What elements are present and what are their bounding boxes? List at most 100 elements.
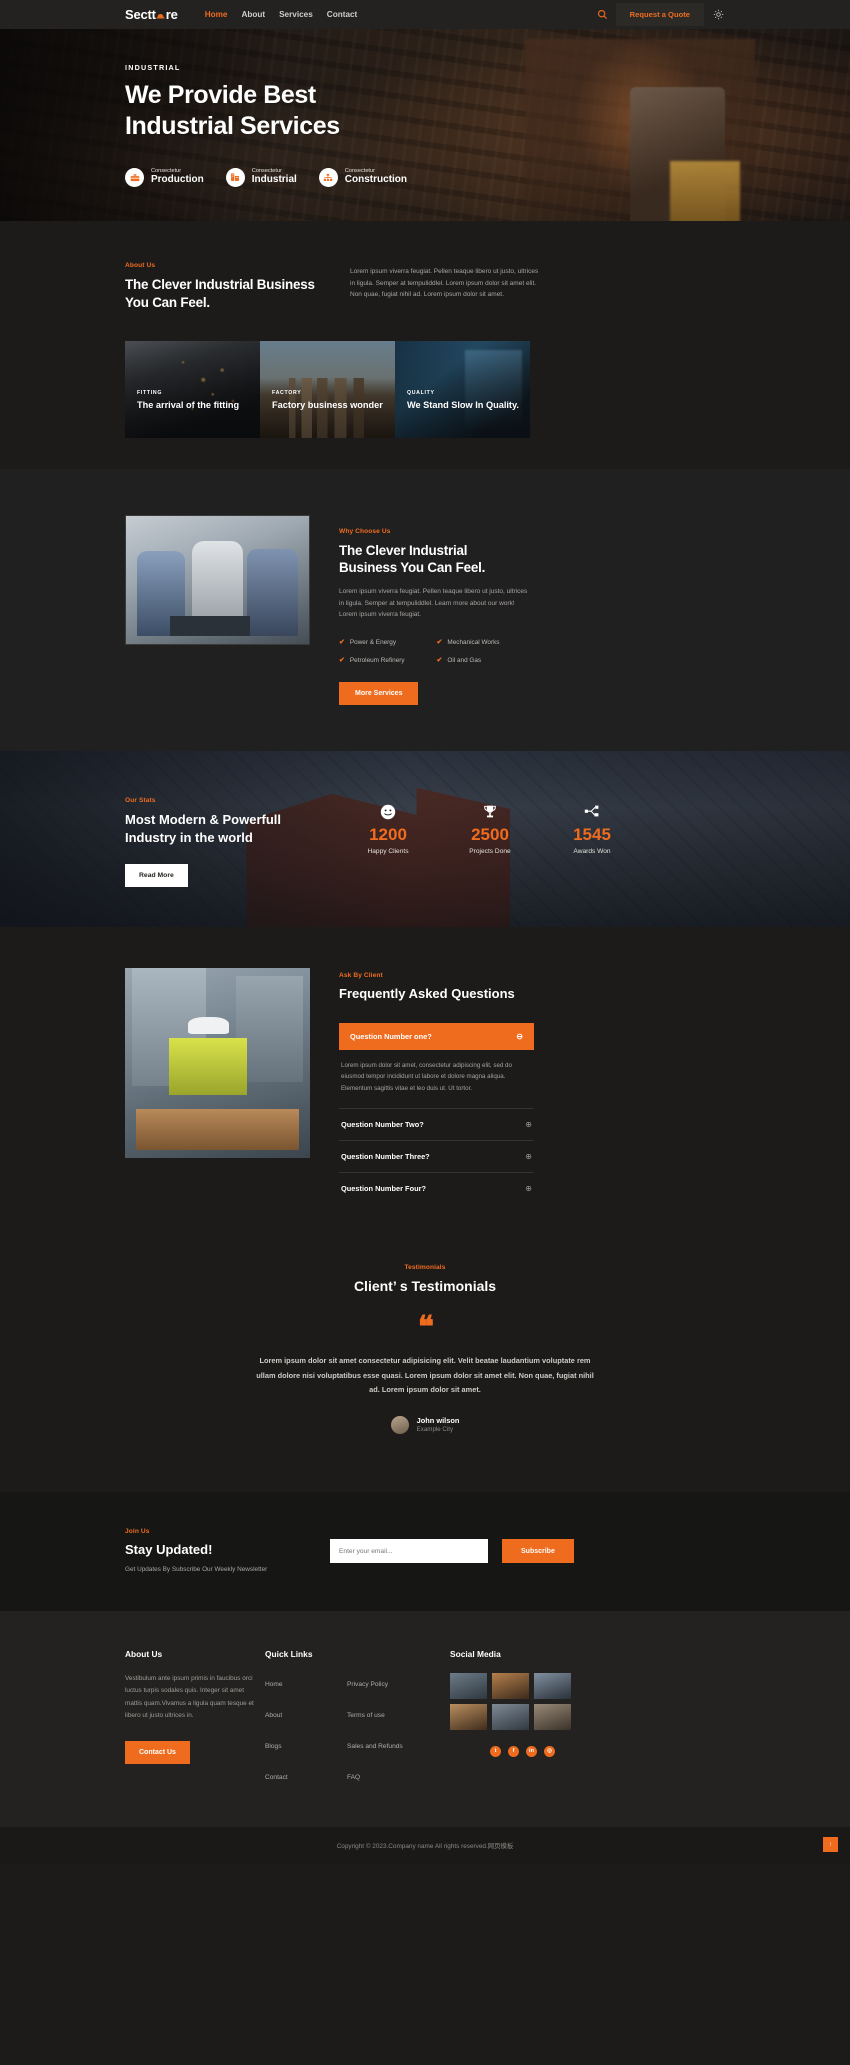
- nav-item-about[interactable]: About: [241, 10, 265, 19]
- footer-link-home[interactable]: Home: [265, 1681, 283, 1688]
- card-text: FITTING The arrival of the fitting: [137, 390, 239, 412]
- faq-section: Ask By Client Frequently Asked Questions…: [0, 927, 850, 1265]
- nav-item-contact[interactable]: Contact: [327, 10, 357, 19]
- footer-link-contact[interactable]: Contact: [265, 1774, 288, 1781]
- list-item: Home: [265, 1673, 347, 1691]
- footer-links-col-1: Home About Blogs Contact: [265, 1673, 347, 1797]
- plus-circle-icon[interactable]: ⊕: [525, 1152, 532, 1161]
- sun-icon[interactable]: [704, 9, 732, 20]
- faq-item-open[interactable]: Question Number one? ⊖: [339, 1023, 534, 1050]
- hero-title-line2: Industrial Services: [125, 111, 340, 140]
- faq-question: Question Number Two?: [341, 1120, 424, 1130]
- about-cards: FITTING The arrival of the fitting FACTO…: [125, 340, 530, 438]
- about-card-factory[interactable]: FACTORY Factory business wonder: [260, 340, 395, 438]
- hero-content: INDUSTRIAL We Provide Best Industrial Se…: [0, 29, 850, 187]
- faq-question: Question Number Three?: [341, 1152, 430, 1162]
- footer-link-faq[interactable]: FAQ: [347, 1774, 360, 1781]
- list-item: About: [265, 1704, 347, 1722]
- about-card-quality[interactable]: QUALITY We Stand Slow In Quality.: [395, 340, 530, 438]
- hero-kicker: INDUSTRIAL: [125, 63, 181, 72]
- linkedin-icon[interactable]: in: [526, 1745, 537, 1757]
- instagram-icon[interactable]: ◎: [544, 1745, 555, 1757]
- check-icon: ✔: [339, 639, 345, 646]
- footer-link-blogs[interactable]: Blogs: [265, 1743, 282, 1750]
- nav-item-services[interactable]: Services: [279, 10, 313, 19]
- stats-numbers: 1200 Happy Clients 2500 Projects Done 15…: [354, 797, 626, 887]
- newsletter-form: Subscribe: [330, 1539, 574, 1564]
- hero-badge-industrial[interactable]: Consectetur Industrial: [225, 167, 297, 187]
- faq-worker-image: [125, 968, 310, 1158]
- logo-text-right: re: [165, 7, 178, 22]
- email-input[interactable]: [330, 1539, 488, 1564]
- testimonial-body: Lorem ipsum dolor sit amet consectetur a…: [256, 1356, 594, 1395]
- hero-title: We Provide Best Industrial Services: [125, 80, 850, 142]
- subscribe-button[interactable]: Subscribe: [502, 1539, 574, 1564]
- gallery-thumb[interactable]: [534, 1703, 571, 1730]
- footer-quick-links-col: Quick Links Home About Blogs Contact Pri…: [265, 1649, 450, 1797]
- scroll-to-top-button[interactable]: ↑: [823, 1836, 838, 1852]
- minus-circle-icon[interactable]: ⊖: [516, 1032, 523, 1041]
- gallery-thumb[interactable]: [534, 1672, 571, 1699]
- stat-number: 1200: [369, 825, 407, 844]
- why-kicker: Why Choose Us: [339, 527, 391, 535]
- stat-label: Awards Won: [573, 848, 611, 856]
- why-choose-section: Why Choose Us The Clever Industrial Busi…: [0, 468, 850, 751]
- request-quote-button[interactable]: Request a Quote: [615, 3, 704, 26]
- plus-circle-icon[interactable]: ⊕: [525, 1184, 532, 1193]
- gallery-thumb[interactable]: [450, 1672, 487, 1699]
- avatar: [390, 1415, 409, 1434]
- why-row: Why Choose Us The Clever Industrial Busi…: [125, 514, 725, 705]
- faq-item-three[interactable]: Question Number Three? ⊕: [339, 1140, 534, 1172]
- nav-item-home[interactable]: Home: [205, 10, 228, 19]
- faq-heading: Frequently Asked Questions: [339, 986, 515, 1001]
- plus-circle-icon[interactable]: ⊕: [525, 1120, 532, 1129]
- list-item: Terms of use: [347, 1704, 429, 1722]
- hero-badge-name: Construction: [344, 173, 408, 185]
- read-more-button[interactable]: Read More: [125, 864, 188, 888]
- gallery-thumb[interactable]: [450, 1703, 487, 1730]
- faq-row: Ask By Client Frequently Asked Questions…: [125, 968, 725, 1204]
- testimonial-author: John wilson Example City: [0, 1415, 850, 1434]
- header-actions: Request a Quote: [590, 3, 850, 26]
- why-item-label: Mechanical Works: [447, 638, 500, 646]
- about-left: About Us The Clever Industrial Business …: [125, 262, 340, 312]
- contact-us-button[interactable]: Contact Us: [125, 1740, 190, 1764]
- main-nav: Home About Services Contact: [205, 10, 358, 19]
- facebook-icon[interactable]: f: [508, 1745, 519, 1757]
- trophy-icon: [456, 800, 524, 824]
- stats-kicker: Our Stats: [125, 797, 156, 804]
- twitter-icon[interactable]: t: [490, 1745, 501, 1757]
- footer-link-about[interactable]: About: [265, 1712, 282, 1719]
- about-card-fitting[interactable]: FITTING The arrival of the fitting: [125, 340, 260, 438]
- footer-link-sales-and-refunds[interactable]: Sales and Refunds: [347, 1743, 403, 1750]
- footer-social-title: Social Media: [450, 1648, 501, 1659]
- why-item-petroleum-refinery: ✔ Petroleum Refinery: [339, 656, 437, 665]
- why-item-label: Power & Energy: [349, 638, 397, 646]
- gallery-thumb[interactable]: [492, 1703, 529, 1730]
- hero-badge-name: Industrial: [251, 173, 297, 185]
- about-row: About Us The Clever Industrial Business …: [125, 262, 725, 312]
- more-services-button[interactable]: More Services: [339, 682, 419, 705]
- faq-question: Question Number Four?: [341, 1184, 426, 1194]
- testimonial-author-name: John wilson: [416, 1416, 460, 1426]
- footer-social-icons: t f in ◎: [450, 1745, 595, 1757]
- stats-content: Our Stats Most Modern & Powerfull Indust…: [0, 751, 850, 888]
- hero-badge-construction[interactable]: Consectetur Construction: [318, 167, 408, 187]
- hero-badges: Consectetur Production Consectetur Indus…: [125, 167, 850, 187]
- list-item: Sales and Refunds: [347, 1735, 429, 1753]
- check-icon: ✔: [436, 657, 443, 664]
- search-icon[interactable]: [590, 9, 616, 20]
- card-text: QUALITY We Stand Slow In Quality.: [407, 390, 519, 412]
- why-item-mechanical-works: ✔ Mechanical Works: [437, 638, 535, 647]
- footer-link-privacy-policy[interactable]: Privacy Policy: [347, 1681, 388, 1688]
- footer-links: Home About Blogs Contact Privacy Policy …: [265, 1673, 450, 1797]
- faq-item-four[interactable]: Question Number Four? ⊕: [339, 1172, 534, 1204]
- logo[interactable]: Sectt re: [125, 7, 178, 22]
- list-item: Blogs: [265, 1735, 347, 1753]
- hero-badge-production[interactable]: Consectetur Production: [125, 167, 204, 187]
- gallery-thumb[interactable]: [492, 1672, 529, 1699]
- about-section: About Us The Clever Industrial Business …: [0, 221, 850, 438]
- list-item: FAQ: [347, 1766, 429, 1784]
- faq-item-two[interactable]: Question Number Two? ⊕: [339, 1108, 534, 1140]
- footer-link-terms-of-use[interactable]: Terms of use: [347, 1712, 385, 1719]
